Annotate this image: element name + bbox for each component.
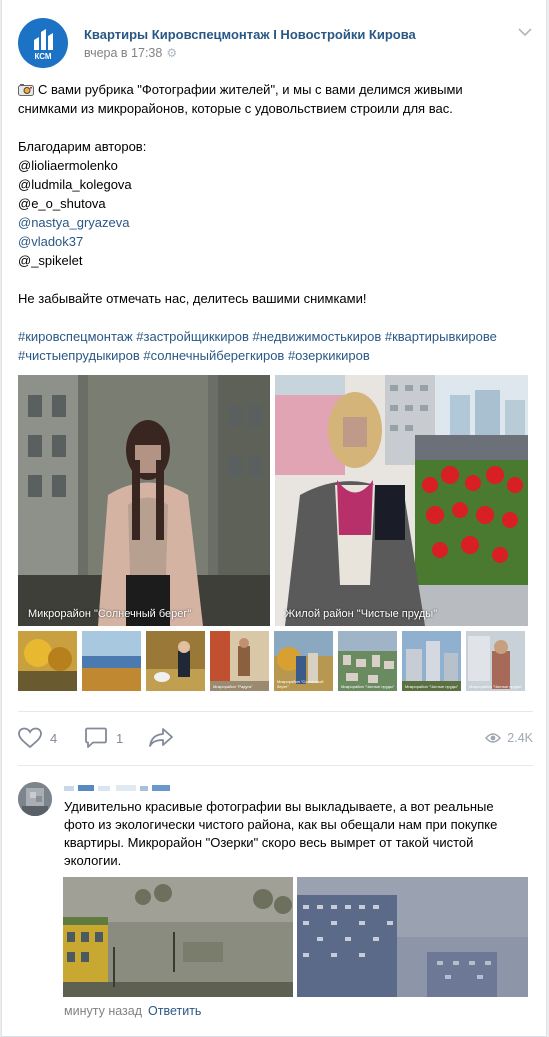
comment-time[interactable]: минуту назад [64, 1004, 142, 1018]
comment-line-1: Удивительно красивые фотографии вы выкла… [64, 799, 494, 814]
comment-icon [85, 727, 107, 748]
mention-2: @ludmila_kolegova [18, 177, 132, 192]
thumb-child-dog-image [146, 631, 205, 691]
smog-towers-image [297, 877, 528, 997]
thumb-7-caption: Микрорайон "Чистые пруды" [405, 684, 459, 689]
thumb-4-caption: Микрорайон "Радуга" [213, 684, 253, 689]
thumb-8[interactable]: Микрорайон "Чистые пруды" [466, 631, 525, 691]
photo-woman-flowers-image [275, 375, 528, 626]
share-button[interactable] [148, 723, 182, 753]
mention-4[interactable]: @nastya_gryazeva [18, 213, 533, 232]
thumb-buildings-image [402, 631, 461, 691]
thumb-6[interactable]: Микрорайон "Чистые пруды" [338, 631, 397, 691]
comment-text: Удивительно красивые фотографии вы выкла… [64, 798, 534, 870]
mention-3: @e_o_shutova [18, 196, 106, 211]
comment-photo-1[interactable] [63, 877, 293, 997]
views-count: 2.4K [507, 731, 533, 745]
thumb-river-view-image [82, 631, 141, 691]
photo-caption-2: Жилой район "Чистые пруды" [285, 608, 438, 620]
group-name-link[interactable]: Квартиры Кировспецмонтаж I Новостройки К… [84, 27, 416, 42]
thumb-6-caption: Микрорайон "Чистые пруды" [341, 684, 395, 689]
post-text-line-2: снимками из микрорайонов, которые с удов… [18, 101, 453, 116]
reminder-text: Не забывайте отмечать нас, делитесь ваши… [18, 291, 367, 306]
camera-emoji-icon [18, 84, 34, 96]
thumb-aerial-district-image [338, 631, 397, 691]
comment-button[interactable]: 1 [84, 723, 123, 753]
hashtags-line-2[interactable]: #чистыепрудыкиров #солнечныйберегкиров #… [18, 346, 533, 365]
divider-comments [18, 765, 533, 766]
mention-5[interactable]: @vladok37 [18, 232, 533, 251]
heart-icon [18, 727, 42, 749]
thumb-8-caption: Микрорайон "Чистые пруды" [469, 684, 523, 689]
photo-woman-city-image [18, 375, 270, 626]
photo-caption-1: Микрорайон "Солнечный берег" [28, 608, 192, 620]
thumb-woman-building-image [466, 631, 525, 691]
mention-1: @lioliaermolenko [18, 158, 118, 173]
photo-solnechny-bereg[interactable]: Микрорайон "Солнечный берег" [18, 375, 270, 626]
thumb-4[interactable]: Микрорайон "Радуга" [210, 631, 269, 691]
divider-actions [18, 711, 533, 712]
reply-link[interactable]: Ответить [148, 1004, 201, 1018]
comment-count: 1 [116, 730, 124, 746]
share-icon [149, 728, 173, 747]
commenter-name-blurred[interactable] [64, 784, 184, 793]
comment-line-3: квартиры. Микрорайон "Озерки" скоро весь… [64, 835, 474, 850]
post-text-line-1: С вами рубрика "Фотографии жителей", и м… [38, 82, 463, 97]
chevron-down-icon[interactable] [517, 26, 533, 38]
gear-icon: ⚙ [166, 46, 178, 60]
mention-6: @_spikelet [18, 253, 83, 268]
thumb-woman-bench-image [210, 631, 269, 691]
thumb-5-caption: Микрорайон "Солнечный берег" [277, 679, 324, 689]
comment-footer: минуту назад Ответить [64, 1004, 201, 1018]
thumb-5[interactable]: Микрорайон "Солнечный берег" [274, 631, 333, 691]
like-button[interactable]: 4 [18, 723, 57, 753]
thumb-autumn-tree-image [18, 631, 77, 691]
thumb-1[interactable] [18, 631, 77, 691]
post-card: КСМ Квартиры Кировспецмонтаж I Новострой… [1, 0, 547, 1037]
post-text: С вами рубрика "Фотографии жителей", и м… [18, 80, 533, 365]
hashtags-line-1[interactable]: #кировспецмонтаж #застройщиккиров #недви… [18, 327, 533, 346]
commenter-avatar-image [18, 782, 52, 816]
thumb-3[interactable] [146, 631, 205, 691]
comment-photo-2[interactable] [297, 877, 528, 997]
views-counter: 2.4K [485, 723, 533, 753]
thanks-text: Благодарим авторов: [18, 139, 147, 154]
smog-kindergarten-image [63, 877, 293, 997]
ksm-logo-icon: КСМ [34, 29, 53, 61]
thumb-2[interactable] [82, 631, 141, 691]
like-count: 4 [50, 730, 58, 746]
photo-chistye-prudy[interactable]: Жилой район "Чистые пруды" [275, 375, 528, 626]
eye-icon [485, 733, 502, 743]
comment-line-2: фото из экологически чистого района, как… [64, 817, 498, 832]
post-header: КСМ Квартиры Кировспецмонтаж I Новострой… [18, 18, 533, 68]
post-time[interactable]: вчера в 17:38 ⚙ [84, 46, 177, 60]
post-time-text[interactable]: вчера в 17:38 [84, 46, 162, 60]
comment-line-4: экологии. [64, 853, 122, 868]
thumb-7[interactable]: Микрорайон "Чистые пруды" [402, 631, 461, 691]
commenter-avatar[interactable] [18, 782, 52, 816]
post-actions: 4 1 2.4K [18, 723, 533, 753]
group-avatar[interactable]: КСМ [18, 18, 68, 68]
ksm-logo-text: КСМ [34, 52, 51, 61]
